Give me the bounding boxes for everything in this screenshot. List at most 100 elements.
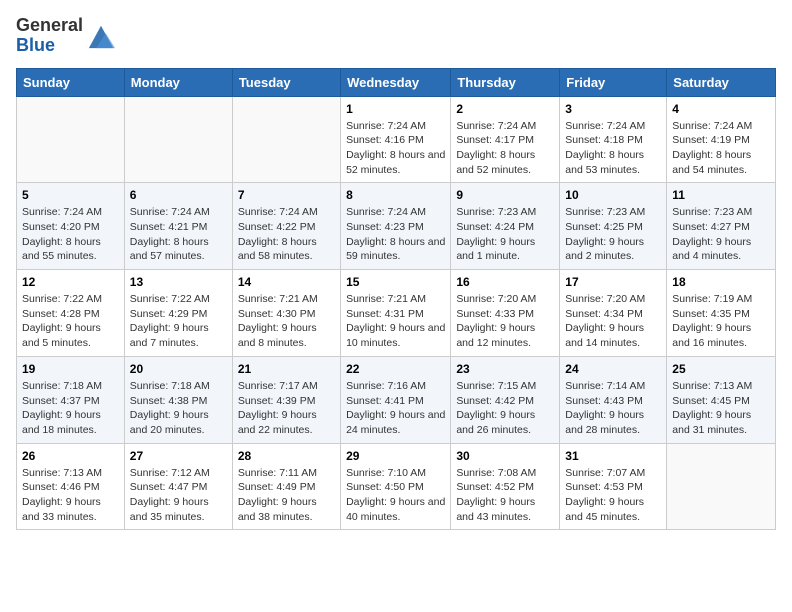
day-info: Sunrise: 7:16 AM Sunset: 4:41 PM Dayligh… <box>346 379 445 438</box>
day-number: 20 <box>130 362 227 376</box>
day-number: 27 <box>130 449 227 463</box>
day-info: Sunrise: 7:23 AM Sunset: 4:25 PM Dayligh… <box>565 205 661 264</box>
day-number: 8 <box>346 188 445 202</box>
day-number: 28 <box>238 449 335 463</box>
day-info: Sunrise: 7:24 AM Sunset: 4:20 PM Dayligh… <box>22 205 119 264</box>
calendar-cell: 14 Sunrise: 7:21 AM Sunset: 4:30 PM Dayli… <box>232 270 340 357</box>
day-info: Sunrise: 7:07 AM Sunset: 4:53 PM Dayligh… <box>565 466 661 525</box>
week-row-1: 5Sunrise: 7:24 AM Sunset: 4:20 PM Daylig… <box>17 183 776 270</box>
day-number: 6 <box>130 188 227 202</box>
calendar-cell: 6 Sunrise: 7:24 AM Sunset: 4:21 PM Daylig… <box>124 183 232 270</box>
calendar-cell: 8 Sunrise: 7:24 AM Sunset: 4:23 PM Daylig… <box>341 183 451 270</box>
day-info: Sunrise: 7:17 AM Sunset: 4:39 PM Dayligh… <box>238 379 335 438</box>
calendar-cell <box>17 96 125 183</box>
day-number: 18 <box>672 275 770 289</box>
day-info: Sunrise: 7:18 AM Sunset: 4:37 PM Dayligh… <box>22 379 119 438</box>
calendar-cell: 30 Sunrise: 7:08 AM Sunset: 4:52 PM Dayli… <box>451 443 560 530</box>
weekday-header-wednesday: Wednesday <box>341 68 451 96</box>
day-number: 9 <box>456 188 554 202</box>
day-info: Sunrise: 7:21 AM Sunset: 4:31 PM Dayligh… <box>346 292 445 351</box>
day-number: 14 <box>238 275 335 289</box>
calendar-cell: 22Sunrise: 7:16 AM Sunset: 4:41 PM Dayli… <box>341 356 451 443</box>
calendar-cell: 16Sunrise: 7:20 AM Sunset: 4:33 PM Dayli… <box>451 270 560 357</box>
calendar-cell: 12 Sunrise: 7:22 AM Sunset: 4:28 PM Dayli… <box>17 270 125 357</box>
logo-general: General <box>16 15 83 35</box>
day-info: Sunrise: 7:08 AM Sunset: 4:52 PM Dayligh… <box>456 466 554 525</box>
day-info: Sunrise: 7:24 AM Sunset: 4:17 PM Dayligh… <box>456 119 554 178</box>
week-row-3: 19 Sunrise: 7:18 AM Sunset: 4:37 PM Dayli… <box>17 356 776 443</box>
logo-icon <box>87 22 115 50</box>
weekday-header-saturday: Saturday <box>667 68 776 96</box>
day-info: Sunrise: 7:21 AM Sunset: 4:30 PM Dayligh… <box>238 292 335 351</box>
day-number: 21 <box>238 362 335 376</box>
calendar-cell <box>232 96 340 183</box>
calendar-cell: 4 Sunrise: 7:24 AM Sunset: 4:19 PM Daylig… <box>667 96 776 183</box>
day-info: Sunrise: 7:10 AM Sunset: 4:50 PM Dayligh… <box>346 466 445 525</box>
logo: General Blue <box>16 16 115 56</box>
calendar-cell: 7Sunrise: 7:24 AM Sunset: 4:22 PM Daylig… <box>232 183 340 270</box>
calendar-cell: 1 Sunrise: 7:24 AM Sunset: 4:16 PM Daylig… <box>341 96 451 183</box>
day-number: 17 <box>565 275 661 289</box>
day-info: Sunrise: 7:24 AM Sunset: 4:18 PM Dayligh… <box>565 119 661 178</box>
day-number: 29 <box>346 449 445 463</box>
day-number: 1 <box>346 102 445 116</box>
calendar-cell: 25Sunrise: 7:13 AM Sunset: 4:45 PM Dayli… <box>667 356 776 443</box>
day-info: Sunrise: 7:18 AM Sunset: 4:38 PM Dayligh… <box>130 379 227 438</box>
calendar-cell: 10 Sunrise: 7:23 AM Sunset: 4:25 PM Dayli… <box>560 183 667 270</box>
calendar-cell: 24 Sunrise: 7:14 AM Sunset: 4:43 PM Dayli… <box>560 356 667 443</box>
day-info: Sunrise: 7:12 AM Sunset: 4:47 PM Dayligh… <box>130 466 227 525</box>
logo-blue: Blue <box>16 35 55 55</box>
day-info: Sunrise: 7:23 AM Sunset: 4:24 PM Dayligh… <box>456 205 554 264</box>
day-info: Sunrise: 7:22 AM Sunset: 4:29 PM Dayligh… <box>130 292 227 351</box>
day-info: Sunrise: 7:23 AM Sunset: 4:27 PM Dayligh… <box>672 205 770 264</box>
calendar-cell: 29 Sunrise: 7:10 AM Sunset: 4:50 PM Dayli… <box>341 443 451 530</box>
day-info: Sunrise: 7:24 AM Sunset: 4:22 PM Dayligh… <box>238 205 335 264</box>
weekday-header-tuesday: Tuesday <box>232 68 340 96</box>
day-info: Sunrise: 7:22 AM Sunset: 4:28 PM Dayligh… <box>22 292 119 351</box>
day-info: Sunrise: 7:20 AM Sunset: 4:33 PM Dayligh… <box>456 292 554 351</box>
page-header: General Blue <box>16 16 776 56</box>
day-number: 10 <box>565 188 661 202</box>
weekday-header-friday: Friday <box>560 68 667 96</box>
day-number: 26 <box>22 449 119 463</box>
day-number: 11 <box>672 188 770 202</box>
day-number: 30 <box>456 449 554 463</box>
calendar-cell: 26Sunrise: 7:13 AM Sunset: 4:46 PM Dayli… <box>17 443 125 530</box>
day-info: Sunrise: 7:20 AM Sunset: 4:34 PM Dayligh… <box>565 292 661 351</box>
calendar-cell: 20 Sunrise: 7:18 AM Sunset: 4:38 PM Dayli… <box>124 356 232 443</box>
weekday-header-row: SundayMondayTuesdayWednesdayThursdayFrid… <box>17 68 776 96</box>
calendar-cell: 23 Sunrise: 7:15 AM Sunset: 4:42 PM Dayli… <box>451 356 560 443</box>
weekday-header-monday: Monday <box>124 68 232 96</box>
calendar-cell: 28 Sunrise: 7:11 AM Sunset: 4:49 PM Dayli… <box>232 443 340 530</box>
day-info: Sunrise: 7:11 AM Sunset: 4:49 PM Dayligh… <box>238 466 335 525</box>
day-number: 3 <box>565 102 661 116</box>
weekday-header-sunday: Sunday <box>17 68 125 96</box>
day-info: Sunrise: 7:19 AM Sunset: 4:35 PM Dayligh… <box>672 292 770 351</box>
calendar-cell: 18 Sunrise: 7:19 AM Sunset: 4:35 PM Dayli… <box>667 270 776 357</box>
day-number: 31 <box>565 449 661 463</box>
day-number: 12 <box>22 275 119 289</box>
day-number: 24 <box>565 362 661 376</box>
week-row-4: 26Sunrise: 7:13 AM Sunset: 4:46 PM Dayli… <box>17 443 776 530</box>
calendar-cell: 21 Sunrise: 7:17 AM Sunset: 4:39 PM Dayli… <box>232 356 340 443</box>
day-info: Sunrise: 7:15 AM Sunset: 4:42 PM Dayligh… <box>456 379 554 438</box>
day-number: 4 <box>672 102 770 116</box>
calendar-cell: 17 Sunrise: 7:20 AM Sunset: 4:34 PM Dayli… <box>560 270 667 357</box>
day-info: Sunrise: 7:24 AM Sunset: 4:21 PM Dayligh… <box>130 205 227 264</box>
calendar-cell <box>667 443 776 530</box>
calendar-table: SundayMondayTuesdayWednesdayThursdayFrid… <box>16 68 776 531</box>
calendar-cell: 27 Sunrise: 7:12 AM Sunset: 4:47 PM Dayli… <box>124 443 232 530</box>
day-number: 25 <box>672 362 770 376</box>
calendar-cell: 5Sunrise: 7:24 AM Sunset: 4:20 PM Daylig… <box>17 183 125 270</box>
day-info: Sunrise: 7:24 AM Sunset: 4:19 PM Dayligh… <box>672 119 770 178</box>
calendar-cell: 11 Sunrise: 7:23 AM Sunset: 4:27 PM Dayli… <box>667 183 776 270</box>
calendar-cell: 2Sunrise: 7:24 AM Sunset: 4:17 PM Daylig… <box>451 96 560 183</box>
day-info: Sunrise: 7:24 AM Sunset: 4:23 PM Dayligh… <box>346 205 445 264</box>
day-info: Sunrise: 7:14 AM Sunset: 4:43 PM Dayligh… <box>565 379 661 438</box>
day-number: 13 <box>130 275 227 289</box>
day-info: Sunrise: 7:24 AM Sunset: 4:16 PM Dayligh… <box>346 119 445 178</box>
calendar-cell: 13 Sunrise: 7:22 AM Sunset: 4:29 PM Dayli… <box>124 270 232 357</box>
calendar-cell: 19 Sunrise: 7:18 AM Sunset: 4:37 PM Dayli… <box>17 356 125 443</box>
day-number: 23 <box>456 362 554 376</box>
day-number: 19 <box>22 362 119 376</box>
